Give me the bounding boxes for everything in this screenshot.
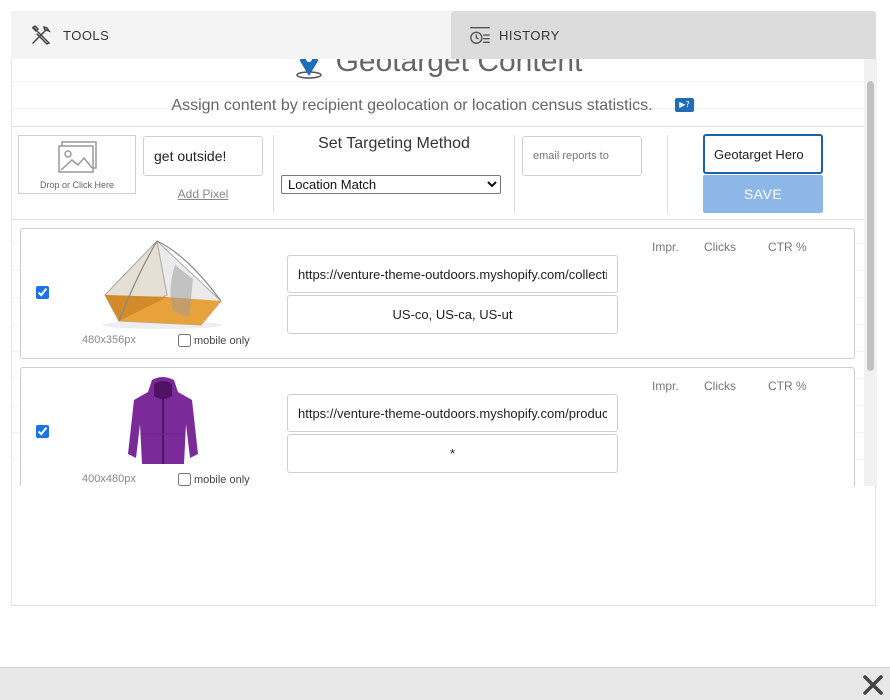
impressions-header: Impr. — [652, 240, 679, 254]
dropzone-label: Drop or Click Here — [39, 180, 115, 190]
scrollbar-thumb[interactable] — [867, 81, 874, 371]
row-enabled-checkbox[interactable] — [36, 286, 49, 299]
title-row: Geotarget Content — [12, 59, 864, 87]
content-scroll-area[interactable]: Geotarget Content Assign content by reci… — [12, 59, 864, 486]
divider — [273, 135, 274, 213]
close-icon[interactable] — [862, 674, 884, 696]
image-dimensions: 480x356px — [82, 334, 136, 346]
row-enabled-checkbox[interactable] — [36, 425, 49, 438]
clicks-header: Clicks — [704, 379, 736, 393]
tools-icon — [31, 24, 51, 45]
jacket-image[interactable] — [122, 374, 203, 470]
campaign-name-input[interactable] — [143, 136, 263, 176]
clicks-header: Clicks — [704, 240, 736, 254]
destination-url-input[interactable] — [287, 394, 618, 432]
video-help-icon[interactable]: ▶? — [675, 98, 694, 112]
mobile-only-label: mobile only — [194, 334, 250, 347]
tab-tools-label: TOOLS — [63, 27, 110, 43]
tab-bar: TOOLS HISTORY — [11, 11, 876, 59]
divider — [667, 135, 668, 213]
content-row: 480x356px mobile only Impr. Clicks CTR % — [20, 228, 855, 359]
mobile-only-option[interactable]: mobile only — [178, 473, 250, 486]
mobile-only-option[interactable]: mobile only — [178, 334, 250, 347]
targeting-method-title: Set Targeting Method — [318, 135, 470, 152]
add-pixel-link[interactable]: Add Pixel — [143, 187, 263, 201]
tab-tools[interactable]: TOOLS — [11, 11, 451, 59]
campaign-title-input[interactable] — [703, 134, 823, 174]
settings-strip: Drop or Click Here Add Pixel Set Targeti… — [12, 126, 864, 220]
vertical-scrollbar[interactable] — [864, 59, 877, 486]
bottom-bar — [0, 667, 890, 700]
destination-url-input[interactable] — [287, 255, 618, 293]
main-panel: Geotarget Content Assign content by reci… — [11, 59, 877, 606]
mobile-only-label: mobile only — [194, 473, 250, 486]
page-title: Geotarget Content — [335, 59, 583, 78]
ctr-header: CTR % — [768, 240, 807, 254]
tent-image[interactable] — [97, 235, 227, 331]
image-dimensions: 400x480px — [82, 473, 136, 485]
mobile-only-checkbox[interactable] — [178, 334, 191, 347]
tab-history[interactable]: HISTORY — [451, 11, 876, 59]
targeting-method-select[interactable]: Location Match — [281, 175, 501, 194]
geo-targets-input[interactable] — [287, 295, 618, 334]
mobile-only-checkbox[interactable] — [178, 473, 191, 486]
save-button[interactable]: SAVE — [703, 175, 823, 213]
impressions-header: Impr. — [652, 379, 679, 393]
image-dropzone[interactable]: Drop or Click Here — [18, 135, 136, 194]
content-row: 400x480px mobile only Impr. Clicks CTR % — [20, 367, 855, 486]
image-placeholder-icon — [58, 141, 97, 173]
history-icon — [470, 26, 490, 44]
tab-history-label: HISTORY — [499, 27, 560, 43]
ctr-header: CTR % — [768, 379, 807, 393]
map-pin-icon — [295, 59, 322, 79]
divider — [514, 135, 515, 213]
geo-targets-input[interactable] — [287, 434, 618, 473]
email-reports-input[interactable] — [522, 136, 642, 176]
